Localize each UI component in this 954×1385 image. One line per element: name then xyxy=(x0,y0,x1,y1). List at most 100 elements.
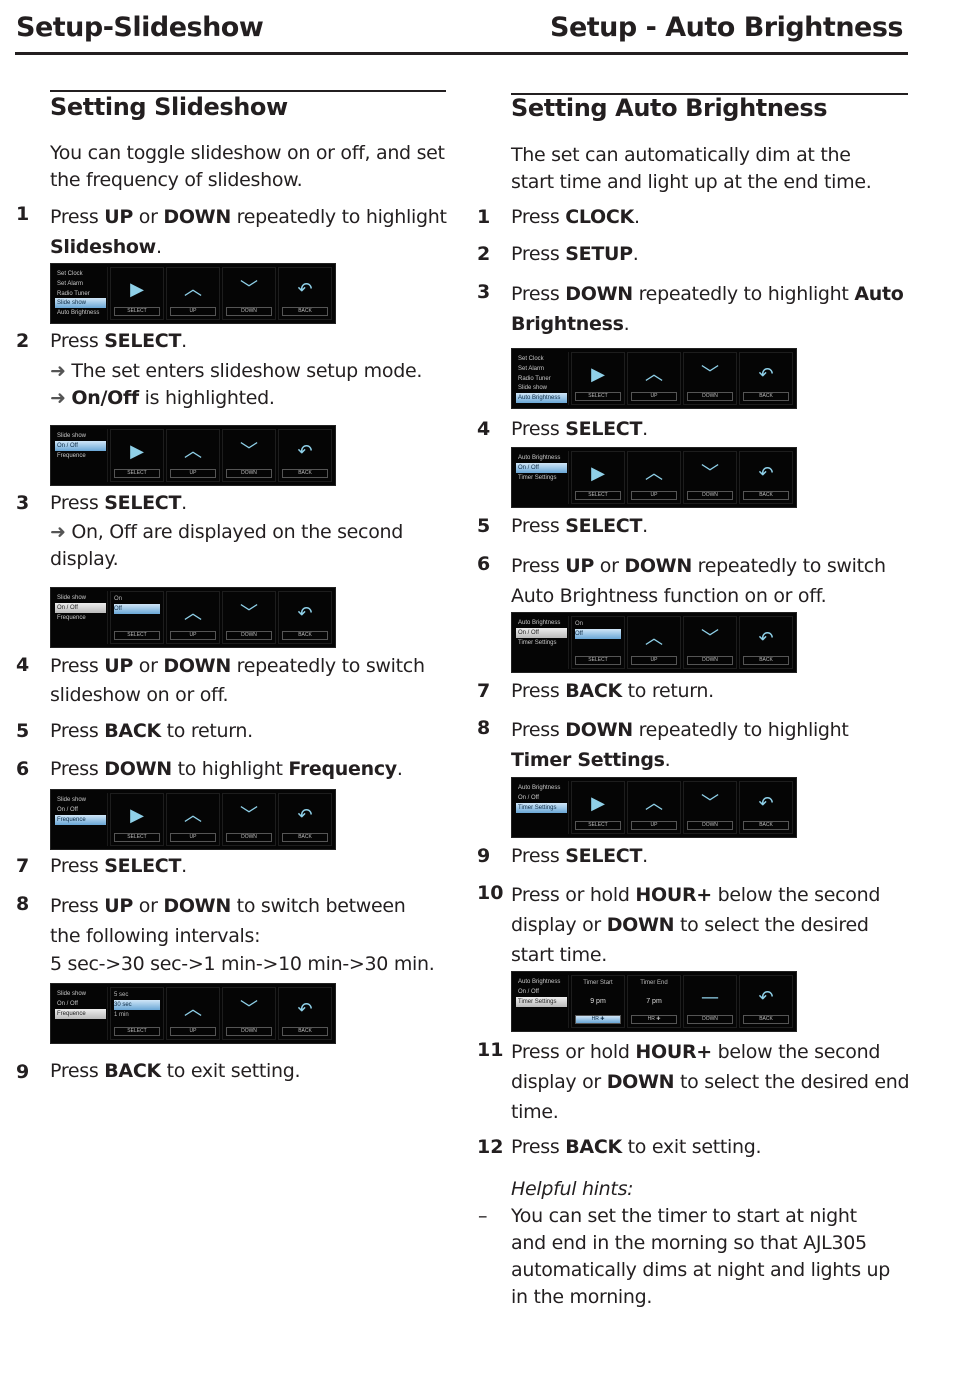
step-text: Press DOWN repeatedly to highlight Auto … xyxy=(511,283,904,335)
step-number: 10 xyxy=(477,882,504,904)
back-icon: ↶ xyxy=(297,603,313,624)
device-screen-frequency-menu: Slide show On / Off Frequence ▶ SELECT ︿ U… xyxy=(50,789,336,850)
slideshow-intro: You can toggle slideshow on or off, and … xyxy=(50,142,445,191)
back-label: BACK xyxy=(282,833,328,842)
up-key: ︿ UP xyxy=(627,451,681,504)
back-key: ↶ BACK xyxy=(278,429,332,482)
device-screen-main-menu: Set Clock Set Alarm Radio Tuner Slide sh… xyxy=(50,263,336,324)
play-icon: ▶ xyxy=(130,441,144,462)
select-key: ▶ SELECT xyxy=(571,451,625,504)
select-label: SELECT xyxy=(575,491,621,500)
options-key: 5 sec 30 sec 1 min SELECT xyxy=(110,987,164,1040)
down-label: DOWN xyxy=(687,821,733,830)
step-number: 3 xyxy=(477,281,491,303)
select-label: SELECT xyxy=(114,833,160,842)
step-text: Press BACK to return. xyxy=(511,680,714,702)
select-label: SELECT xyxy=(114,1027,160,1036)
chevron-down-icon: ﹀ xyxy=(240,603,258,624)
timer-start-value: 9 pm xyxy=(590,998,606,1005)
screen-menu: Set Clock Set Alarm Radio Tuner Slide sh… xyxy=(54,267,108,320)
back-icon: ↶ xyxy=(297,279,313,300)
down-key: ﹀ DOWN xyxy=(683,616,737,669)
step-text: Press UP or DOWN repeatedly to highlight… xyxy=(50,206,447,258)
up-key: ︿ UP xyxy=(627,781,681,834)
step-text: Press or hold HOUR+ below the second dis… xyxy=(511,884,881,966)
step-text: Press UP or DOWN repeatedly to switch sl… xyxy=(50,655,425,706)
step-number: 3 xyxy=(16,492,30,514)
option-selected: Off xyxy=(575,629,621,639)
device-screen-brightness-menu: Auto Brightness On / Off Timer Settings … xyxy=(511,447,797,508)
down-key: — DOWN xyxy=(683,975,737,1028)
step-text: Press UP or DOWN repeatedly to switch Au… xyxy=(511,555,886,607)
step-number: 6 xyxy=(477,553,491,575)
down-label: DOWN xyxy=(226,631,272,640)
menu-item: Slide show xyxy=(57,595,87,601)
step-result: ➜ On, Off are displayed on the second di… xyxy=(50,521,404,570)
hour-label: HR ✚ xyxy=(575,1015,621,1024)
up-label: UP xyxy=(170,1027,216,1036)
up-label: UP xyxy=(170,833,216,842)
chevron-up-icon: ︿ xyxy=(645,463,663,484)
section-divider xyxy=(50,90,446,92)
header-divider xyxy=(15,52,908,55)
play-icon: ▶ xyxy=(130,279,144,300)
timer-end-label: Timer End xyxy=(640,980,668,986)
step-number: 1 xyxy=(477,206,491,228)
chevron-up-icon: ︿ xyxy=(645,628,663,649)
step-number: 12 xyxy=(477,1136,504,1158)
select-label: SELECT xyxy=(575,392,621,401)
chevron-down-icon: ﹀ xyxy=(701,793,719,814)
menu-item-selected: Auto Brightness xyxy=(516,393,567,403)
up-label: UP xyxy=(631,821,677,830)
step-number: 2 xyxy=(16,330,30,352)
back-label: BACK xyxy=(743,821,789,830)
step-number: 5 xyxy=(477,515,491,537)
down-key: ﹀ DOWN xyxy=(222,429,276,482)
down-label: DOWN xyxy=(687,1015,733,1024)
back-key: ↶ BACK xyxy=(739,975,793,1028)
back-icon: ↶ xyxy=(758,987,774,1008)
timer-end-value: 7 pm xyxy=(646,998,662,1005)
select-label: SELECT xyxy=(114,631,160,640)
up-key: ︿ UP xyxy=(166,793,220,846)
select-key: ▶ SELECT xyxy=(571,781,625,834)
step-number: 2 xyxy=(477,243,491,265)
menu-item: Auto Brightness xyxy=(518,785,561,791)
hint-dash: – xyxy=(478,1205,488,1227)
step-number: 4 xyxy=(477,418,491,440)
menu-item: Slide show xyxy=(518,385,548,392)
down-key: ﹀ DOWN xyxy=(222,987,276,1040)
step-text: Press SELECT. xyxy=(50,492,187,514)
menu-item: Auto Brightness xyxy=(518,620,561,626)
device-screen-slideshow-menu: Slide show On / Off Frequence ▶ SELECT ︿ U… xyxy=(50,425,336,486)
back-icon: ↶ xyxy=(297,999,313,1020)
page-title-left: Setup-Slideshow xyxy=(16,12,264,43)
step-number: 1 xyxy=(16,203,30,225)
device-screen-brightness-onoff: Auto Brightness On / Off Timer Settings … xyxy=(511,612,797,673)
down-key: ﹀ DOWN xyxy=(683,781,737,834)
section-title-auto-brightness: Setting Auto Brightness xyxy=(511,94,828,122)
device-screen-frequency: Slide show On / Off Frequence 5 sec 30 se… xyxy=(50,983,336,1044)
back-label: BACK xyxy=(743,392,789,401)
step-result: ➜ The set enters slideshow setup mode. xyxy=(50,360,423,382)
up-label: UP xyxy=(631,491,677,500)
device-screen-timer-settings: Auto Brightness On / Off Timer Settings … xyxy=(511,971,797,1032)
options-key: On Off SELECT xyxy=(110,591,164,644)
screen-menu: Slide show On / Off Frequence xyxy=(54,429,108,482)
down-key: ﹀ DOWN xyxy=(222,591,276,644)
menu-item: Radio Tuner xyxy=(57,290,90,297)
play-icon: ▶ xyxy=(591,793,605,814)
device-screen-onoff: Slide show On / Off Frequence On Off SELE… xyxy=(50,587,336,648)
up-key: ︿ UP xyxy=(627,352,681,405)
chevron-up-icon: ︿ xyxy=(645,364,663,385)
menu-item-selected: On / Off xyxy=(55,603,106,613)
menu-item: Radio Tuner xyxy=(518,375,551,382)
menu-item: On / Off xyxy=(57,1001,78,1007)
back-label: BACK xyxy=(743,656,789,665)
back-key: ↶ BACK xyxy=(278,793,332,846)
timer-start-label: Timer Start xyxy=(583,980,613,986)
screen-menu: Slide show On / Off Frequence xyxy=(54,987,108,1040)
screen-menu: Auto Brightness On / Off Timer Settings xyxy=(515,781,569,834)
chevron-down-icon: ﹀ xyxy=(240,279,258,300)
down-label: DOWN xyxy=(687,656,733,665)
